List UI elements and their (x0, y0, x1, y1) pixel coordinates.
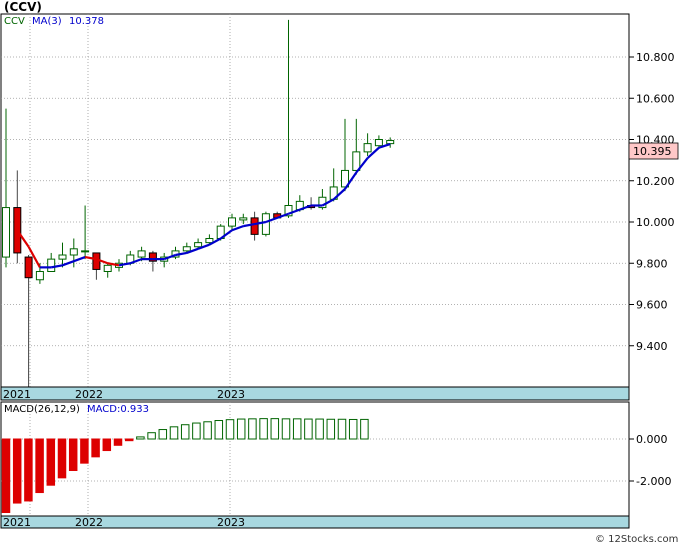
price-x-tick-label: 2022 (75, 388, 103, 401)
macd-x-tick-label: 2021 (3, 516, 31, 529)
candle-body (386, 140, 395, 145)
macd-bar (147, 432, 156, 440)
ma-value: 10.378 (69, 16, 104, 27)
candle-body (2, 207, 10, 258)
macd-bar (24, 438, 33, 502)
candle-body (35, 271, 44, 281)
macd-bar (203, 421, 212, 440)
macd-legend: MACD(26,12,9) (4, 404, 80, 415)
price-x-tick-label: 2023 (217, 388, 245, 401)
macd-bar (12, 438, 22, 504)
macd-bar (326, 418, 336, 440)
macd-bar (113, 438, 123, 446)
macd-bar (169, 426, 179, 440)
macd-bar (68, 438, 78, 471)
macd-bar (180, 424, 190, 440)
macd-bar (270, 418, 280, 440)
macd-bar (192, 422, 201, 440)
macd-bar (348, 418, 358, 440)
macd-tick-label: 0.000 (636, 433, 668, 446)
macd-bar (124, 438, 134, 442)
price-x-tick-label: 2021 (3, 388, 31, 401)
credit-text: © 12Stocks.com (595, 534, 678, 545)
price-tick-label: 9.400 (636, 340, 668, 353)
ticker-legend: CCV (4, 16, 25, 27)
candle-body (47, 258, 56, 272)
macd-bar (236, 418, 246, 440)
macd-bar (102, 438, 112, 452)
candle-body (182, 246, 191, 252)
candle-body (81, 250, 90, 253)
macd-bar (281, 418, 291, 440)
price-tick-label: 9.800 (636, 257, 668, 270)
macd-y-axis: 0.000 -2.000 (629, 433, 671, 488)
macd-bar (292, 418, 302, 440)
candle-body (194, 242, 203, 248)
macd-x-tick-label: 2023 (217, 516, 245, 529)
candle-body (58, 254, 67, 260)
macd-bar (136, 436, 145, 440)
candle (261, 211, 270, 237)
macd-bar (46, 438, 56, 486)
candle-body (261, 213, 270, 235)
macd-bar (259, 418, 268, 440)
macd-bar (158, 429, 168, 440)
candle-body (374, 139, 383, 147)
macd-x-tick-label: 2022 (75, 516, 103, 529)
macd-bar (225, 419, 235, 440)
macd-bar (80, 438, 89, 464)
candle-body (228, 217, 236, 227)
candle-body (363, 143, 372, 153)
macd-bar (337, 418, 347, 440)
ma-legend: MA(3) (32, 16, 62, 27)
macd-bar (1, 438, 11, 513)
price-tick-label: 10.200 (636, 175, 675, 188)
candle-body (250, 217, 259, 235)
macd-bar (35, 438, 44, 494)
candle-body (239, 217, 248, 221)
price-tick-label: 10.600 (636, 92, 675, 105)
macd-value: MACD:0.933 (87, 404, 149, 415)
macd-tick-label: -2.000 (636, 475, 671, 488)
last-price-label: 10.395 (633, 145, 672, 158)
price-tick-label: 10.800 (636, 51, 675, 64)
chart-title: (CCV) (4, 0, 42, 14)
macd-bar (248, 418, 257, 440)
candle-body (69, 248, 78, 256)
price-y-axis: 9.4009.6009.80010.00010.20010.40010.6001… (629, 51, 675, 353)
macd-bar (214, 420, 224, 440)
macd-bar (57, 438, 67, 479)
candle-body (24, 256, 33, 279)
candle-body (137, 250, 146, 258)
macd-bar (315, 418, 324, 440)
stock-chart: 9.4009.6009.80010.00010.20010.40010.6001… (0, 0, 679, 545)
price-tick-label: 10.000 (636, 216, 675, 229)
candle-body (103, 264, 112, 272)
macd-bar (360, 418, 369, 440)
macd-panel (0, 401, 630, 529)
macd-bar (304, 418, 313, 440)
candle-body (205, 238, 214, 244)
macd-bar (91, 438, 100, 458)
price-tick-label: 9.600 (636, 299, 668, 312)
